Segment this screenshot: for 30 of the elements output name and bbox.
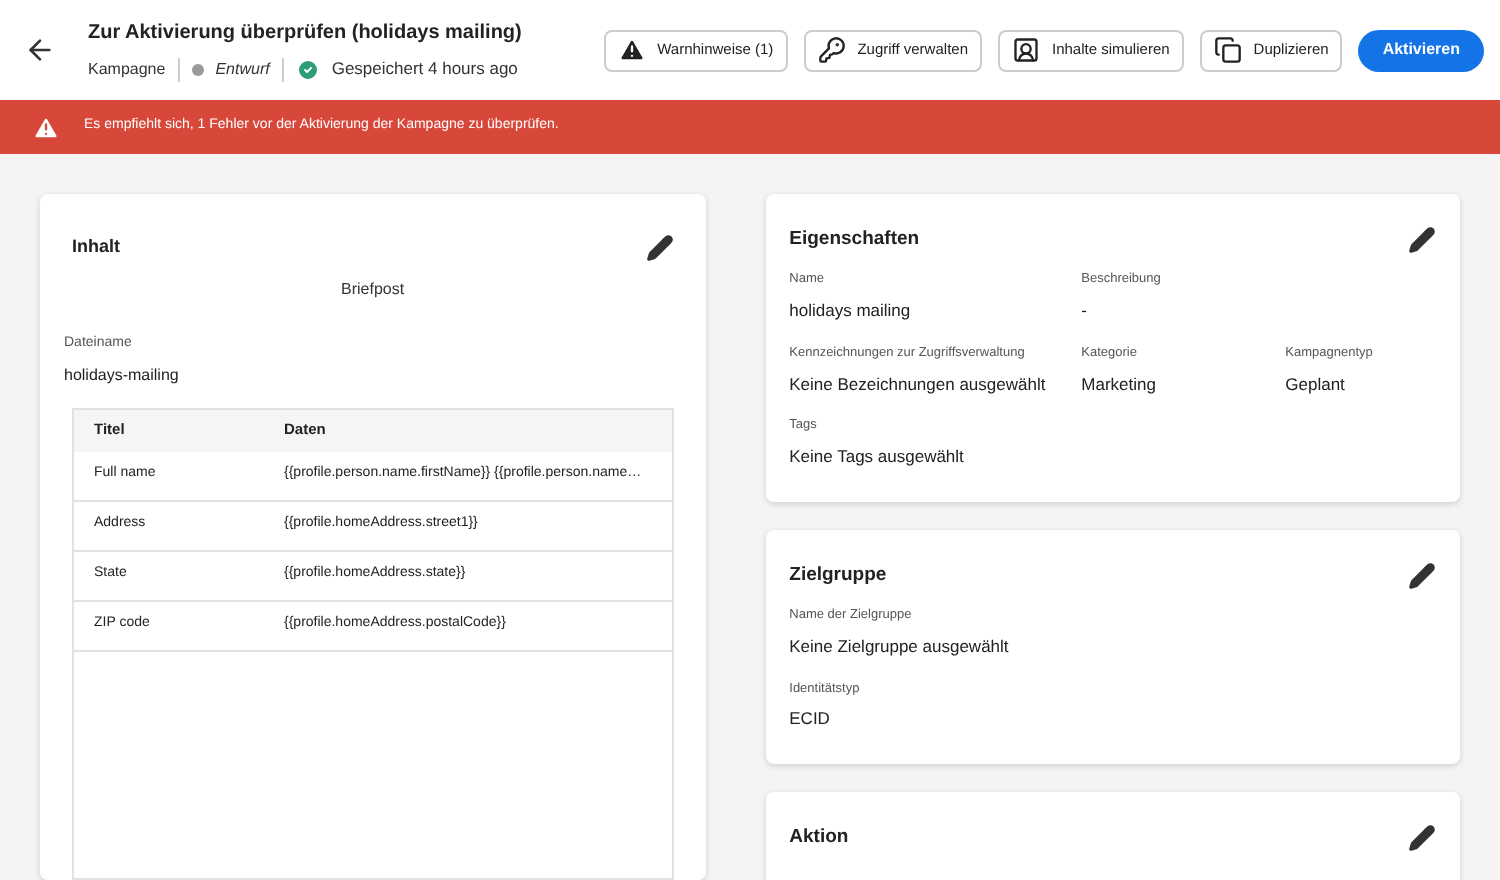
page-title: Zur Aktivierung überprüfen (holidays mailing) [88, 20, 524, 49]
channel-label: Briefpost [341, 278, 405, 302]
card-title: Zielgruppe [789, 561, 887, 590]
copy-icon [1213, 36, 1242, 64]
field-value: Geplant [1285, 371, 1347, 397]
activate-button[interactable]: Aktivieren [1358, 29, 1484, 71]
card-title: Inhalt [72, 234, 120, 261]
field-value: holidays mailing [789, 298, 913, 324]
card-title: Aktion [789, 824, 849, 852]
warning-icon [32, 113, 60, 141]
edit-icon[interactable] [1408, 824, 1436, 853]
object-type: Kampagne [88, 57, 166, 81]
field-value: Keine Tags ausgewählt [789, 444, 966, 470]
status-text: Entwurf [215, 57, 270, 81]
warning-icon [617, 36, 646, 64]
back-icon[interactable] [24, 34, 56, 66]
edit-icon[interactable] [1408, 561, 1436, 590]
key-icon [817, 36, 846, 64]
field-value: Keine Zielgruppe ausgewählt [789, 633, 1011, 659]
card-title: Eigenschaften [789, 226, 920, 254]
field-value: Keine Bezeichnungen ausgewählt [789, 371, 1048, 397]
person-icon [1012, 36, 1040, 64]
field-value: Marketing [1081, 371, 1158, 397]
field-value: - [1081, 298, 1089, 324]
field-value: ECID [789, 706, 832, 732]
saved-text: Gespeichert 4 hours ago [331, 56, 518, 82]
edit-icon[interactable] [1408, 226, 1436, 255]
field-value: holidays-mailing [64, 363, 181, 387]
edit-icon[interactable] [645, 234, 674, 262]
check-icon [295, 57, 320, 81]
